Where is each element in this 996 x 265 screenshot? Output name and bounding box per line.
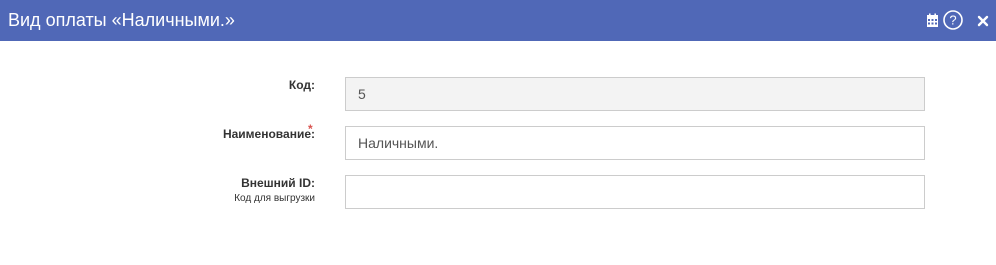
calendar-icon[interactable] (921, 10, 943, 32)
help-icon[interactable]: ? (942, 9, 964, 31)
code-field[interactable] (345, 77, 925, 111)
external-id-hint: Код для выгрузки (234, 193, 315, 204)
close-icon[interactable] (972, 10, 994, 32)
dialog-title: Вид оплаты «Наличными.» (8, 10, 235, 30)
code-label: Код: (288, 78, 315, 92)
svg-text:?: ? (949, 13, 956, 28)
dialog-titlebar: Вид оплаты «Наличными.» ? (0, 0, 996, 41)
name-label: Наименование: (222, 127, 315, 141)
name-field[interactable] (345, 126, 925, 160)
required-mark: * (308, 122, 313, 136)
external-id-label: Внешний ID: (241, 176, 315, 190)
external-id-field[interactable] (345, 175, 925, 209)
dialog-window: Вид оплаты «Наличными.» ? Код: 5 Наимено… (0, 0, 996, 265)
